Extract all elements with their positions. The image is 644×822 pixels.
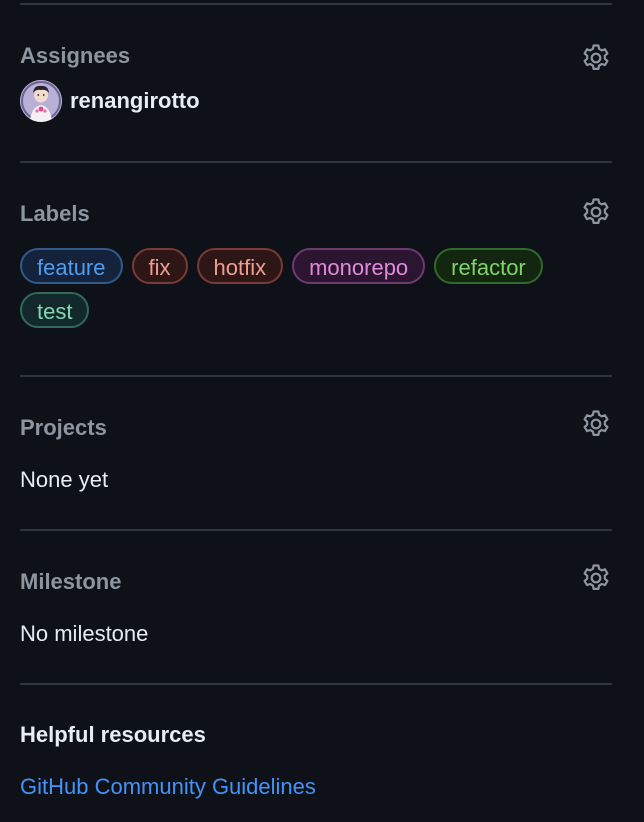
assignee-item[interactable]: renangirotto bbox=[20, 80, 200, 122]
projects-heading[interactable]: Projects bbox=[20, 414, 107, 442]
label-fix[interactable]: fix bbox=[131, 248, 188, 284]
assignees-section: Assignees renangirotto bbox=[20, 5, 612, 161]
milestone-section: Milestone No milestone bbox=[20, 531, 612, 683]
gear-icon[interactable] bbox=[580, 562, 612, 594]
label-feature[interactable]: feature bbox=[20, 248, 123, 284]
labels-section: Labels feature fix hotfix monorepo refac… bbox=[20, 163, 612, 375]
gear-icon[interactable] bbox=[580, 408, 612, 440]
community-guidelines-link[interactable]: GitHub Community Guidelines bbox=[20, 773, 316, 801]
avatar[interactable] bbox=[20, 80, 62, 122]
sidebar: Assignees renangirotto Labels feature fi… bbox=[20, 0, 612, 819]
helpful-resources-section: Helpful resources GitHub Community Guide… bbox=[20, 685, 612, 819]
projects-value: None yet bbox=[20, 467, 109, 492]
milestone-value: No milestone bbox=[20, 621, 149, 646]
labels-heading[interactable]: Labels bbox=[20, 200, 90, 228]
labels-list: feature fix hotfix monorepo refactor tes… bbox=[20, 248, 612, 328]
milestone-heading[interactable]: Milestone bbox=[20, 568, 121, 596]
label-monorepo[interactable]: monorepo bbox=[292, 248, 426, 284]
helpful-resources-heading: Helpful resources bbox=[20, 722, 206, 747]
assignees-heading[interactable]: Assignees bbox=[20, 42, 130, 70]
gear-icon[interactable] bbox=[580, 196, 612, 228]
assignee-name[interactable]: renangirotto bbox=[70, 88, 200, 114]
label-refactor[interactable]: refactor bbox=[434, 248, 543, 284]
projects-section: Projects None yet bbox=[20, 377, 612, 529]
avatar-illustration bbox=[20, 80, 62, 122]
gear-icon[interactable] bbox=[580, 42, 612, 74]
label-hotfix[interactable]: hotfix bbox=[196, 248, 284, 284]
label-test[interactable]: test bbox=[20, 292, 90, 328]
